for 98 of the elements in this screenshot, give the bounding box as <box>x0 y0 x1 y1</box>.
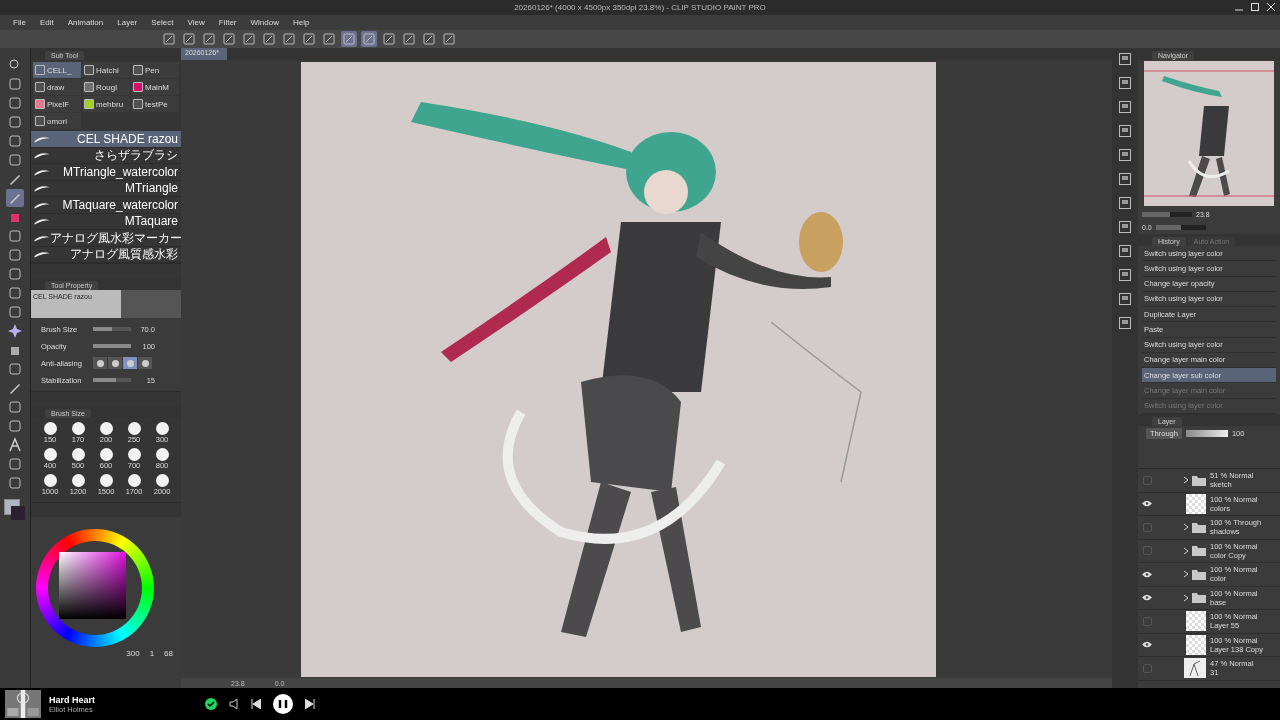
folder-icon <box>1192 474 1206 486</box>
toolbar-icon[interactable] <box>201 31 217 47</box>
toolbar-icon[interactable] <box>261 31 277 47</box>
panel-icon[interactable] <box>1118 268 1132 282</box>
toolbar-icon[interactable] <box>341 31 357 47</box>
eye-icon[interactable] <box>1142 500 1152 508</box>
toolbar-icon[interactable] <box>281 31 297 47</box>
menu-item[interactable]: Layer <box>110 18 145 27</box>
panel-icon[interactable] <box>1118 172 1132 186</box>
eye-icon[interactable] <box>1142 570 1152 578</box>
song-title[interactable]: Hard Heart <box>49 694 189 705</box>
menu-item[interactable]: File <box>6 18 33 27</box>
toolbar-icon[interactable] <box>381 31 397 47</box>
anti-aliasing-option[interactable] <box>108 357 122 369</box>
brush-item[interactable]: MTaquare <box>31 213 181 230</box>
sub-tool-group[interactable]: PixelF <box>33 96 81 112</box>
panel-icon[interactable] <box>1118 196 1132 210</box>
menu-item[interactable]: Edit <box>32 18 61 27</box>
panel-icon[interactable] <box>1118 316 1132 330</box>
brush-item[interactable]: さらザラブラシ <box>31 147 181 164</box>
sub-tool-group[interactable]: Hatchi <box>82 62 130 78</box>
layer-thumbnail <box>1186 634 1206 655</box>
sub-tool-group[interactable]: MainM <box>131 79 179 95</box>
rotate-slider[interactable] <box>1155 224 1206 230</box>
anti-aliasing-option[interactable] <box>93 357 107 369</box>
window-title: 20260126* (4000 x 4500px 350dpi 23.8%) - CLIP STUDIO PAINT PRO <box>514 3 766 12</box>
toolbar-icon[interactable] <box>361 31 377 47</box>
color-readout: 1 <box>149 649 155 660</box>
toolbar-icon[interactable] <box>161 31 177 47</box>
sub-tool-group[interactable]: mehbru <box>82 96 130 112</box>
color-square[interactable] <box>59 552 126 619</box>
sub-tool-group[interactable]: Pen <box>131 62 179 78</box>
check-icon[interactable] <box>205 698 217 710</box>
toolbar-icon[interactable] <box>401 31 417 47</box>
opacity-slider[interactable] <box>1185 429 1228 437</box>
panel-icon[interactable] <box>1118 52 1132 66</box>
visibility-toggle[interactable] <box>1142 475 1152 485</box>
previous-icon[interactable] <box>251 699 261 709</box>
menu-item[interactable]: Help <box>285 18 317 27</box>
visibility-toggle[interactable] <box>1142 522 1152 532</box>
layer-thumbnail <box>1184 658 1206 679</box>
color-swatches[interactable] <box>4 499 26 521</box>
layer-thumbnail <box>1186 493 1206 514</box>
panel-icon[interactable] <box>1118 244 1132 258</box>
folder-icon <box>1192 592 1206 604</box>
sub-tool-group[interactable]: omori <box>33 113 81 129</box>
brush-item[interactable]: MTaquare_watercolor <box>31 197 181 214</box>
visibility-toggle[interactable] <box>1142 663 1152 673</box>
star-tool-icon[interactable] <box>6 322 24 340</box>
brush-stroke-icon <box>34 249 50 260</box>
color-readout: 300 <box>126 649 140 660</box>
toolbar-icon[interactable] <box>241 31 257 47</box>
sub-tool-group[interactable]: Rougl <box>82 79 130 95</box>
panel-icon[interactable] <box>1118 148 1132 162</box>
visibility-toggle[interactable] <box>1142 616 1152 626</box>
sub-tool-group[interactable]: draw <box>33 79 81 95</box>
eye-icon[interactable] <box>1142 594 1152 602</box>
sub-tool-group[interactable]: testPe <box>131 96 179 112</box>
text-tool-icon[interactable] <box>6 436 24 454</box>
sub-tool-group[interactable]: CELL_ <box>33 62 81 78</box>
menu-item[interactable]: Select <box>144 18 181 27</box>
slider[interactable] <box>93 378 131 382</box>
menu-item[interactable]: Animation <box>60 18 111 27</box>
menu-item[interactable]: Window <box>243 18 286 27</box>
toolbar-icon[interactable] <box>301 31 317 47</box>
brush-item[interactable]: MTriangle <box>31 180 181 197</box>
toolbar-icon[interactable] <box>221 31 237 47</box>
toolbar-icon[interactable] <box>441 31 457 47</box>
zoom-slider[interactable] <box>1142 211 1192 217</box>
folder-icon <box>1192 545 1206 557</box>
visibility-toggle[interactable] <box>1142 546 1152 556</box>
pause-icon[interactable] <box>273 694 293 714</box>
close-icon[interactable] <box>1266 2 1276 12</box>
layer-thumbnail <box>1186 611 1206 632</box>
eye-icon[interactable] <box>1142 641 1152 649</box>
slider[interactable] <box>93 344 131 348</box>
brush-item[interactable]: CEL SHADE razou <box>31 131 181 148</box>
anti-aliasing-option[interactable] <box>138 357 152 369</box>
panel-icon[interactable] <box>1118 100 1132 114</box>
color-readout: 68 <box>164 649 173 660</box>
brush-item[interactable]: MTriangle_watercolor <box>31 164 181 181</box>
menu-item[interactable]: Filter <box>211 18 244 27</box>
toolbar-icon[interactable] <box>421 31 437 47</box>
folder-icon <box>1192 521 1206 533</box>
toolbar-icon[interactable] <box>321 31 337 47</box>
speaker-icon[interactable] <box>229 698 239 710</box>
folder-icon <box>1192 568 1206 580</box>
next-icon[interactable] <box>305 699 315 709</box>
maximize-icon[interactable] <box>1250 2 1260 12</box>
toolbar-icon[interactable] <box>181 31 197 47</box>
panel-icon[interactable] <box>1118 292 1132 306</box>
menu-item[interactable]: View <box>180 18 212 27</box>
panel-icon[interactable] <box>1118 124 1132 138</box>
panel-icon[interactable] <box>1118 220 1132 234</box>
slider[interactable] <box>93 327 131 331</box>
pen-tool-icon[interactable] <box>6 189 24 207</box>
brush-item[interactable]: アナログ風水彩マーカー <box>31 230 181 247</box>
panel-icon[interactable] <box>1118 76 1132 90</box>
